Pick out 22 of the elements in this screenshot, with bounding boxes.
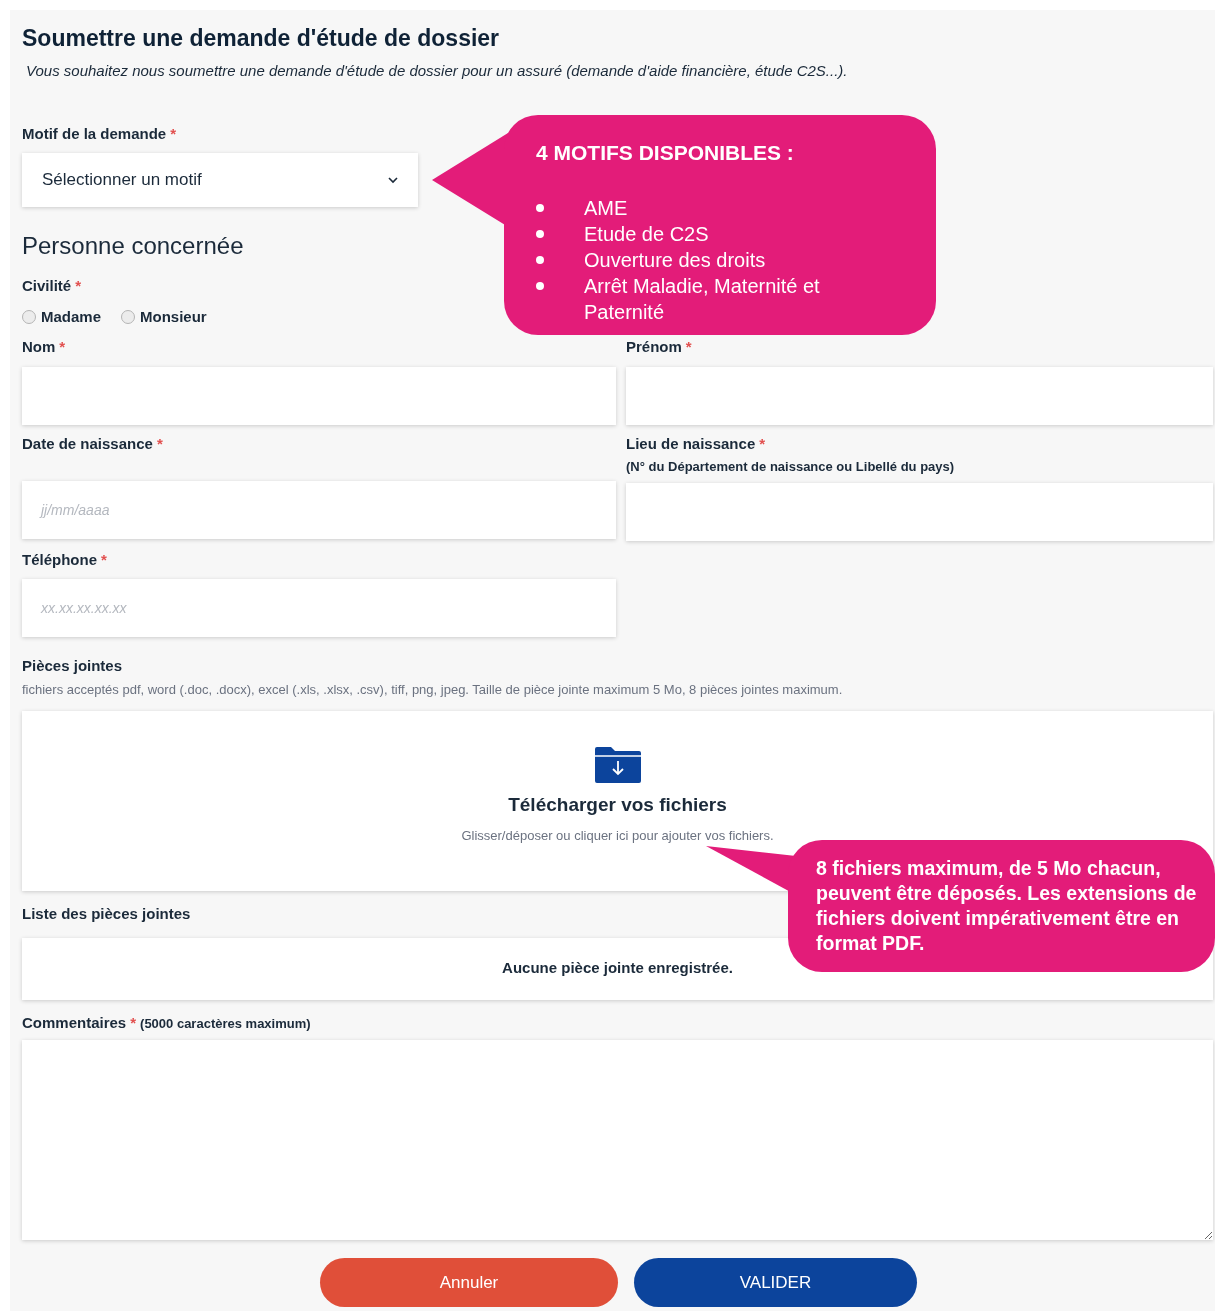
field-label: Motif de la demande *: [22, 123, 177, 144]
callout-item: Arrêt Maladie, Maternité et Paternité: [584, 273, 821, 325]
field-label: Prénom *: [626, 337, 692, 357]
field-label: Commentaires * (5000 caractères maximum): [22, 1012, 311, 1033]
field-label: Téléphone *: [22, 549, 107, 570]
callout-item: AME: [584, 195, 628, 221]
field-label: Pièces jointes: [22, 656, 123, 676]
dropzone-text: Glisser/déposer ou cliquer ici pour ajouter vos fichiers.: [461, 826, 774, 845]
callout-item: Etude de C2S: [584, 221, 709, 247]
section-title: Personne concernée: [22, 231, 244, 261]
field-label: Date de naissance *: [22, 433, 163, 454]
dropzone-title: Télécharger vos fichiers: [508, 793, 727, 817]
callout-item: Ouverture des droits: [584, 247, 766, 273]
page-title: Soumettre une demande d'étude de dossier: [22, 24, 501, 52]
page-subtitle: Vous souhaitez nous soumettre une demande d'étude de dossier pour un assuré (demande d'aide financière, étude C2S...).: [26, 61, 849, 81]
field-label: Nom *: [22, 337, 66, 357]
field-label: Civilité *: [22, 276, 82, 296]
field-hint: (N° du Département de naissance ou Libellé du pays): [626, 458, 955, 476]
field-label: Liste des pièces jointes: [22, 904, 191, 924]
attachments-note: fichiers acceptés pdf, word (.doc, .docx), excel (.xls, .xlsx, .csv), tiff, png, jpeg. Taille de pièce jointe maximum 5 Mo, 8 pièces jointes maximum.: [22, 680, 843, 699]
callout-title: 4 MOTIFS DISPONIBLES :: [536, 140, 795, 166]
field-label: Lieu de naissance *: [626, 433, 766, 454]
